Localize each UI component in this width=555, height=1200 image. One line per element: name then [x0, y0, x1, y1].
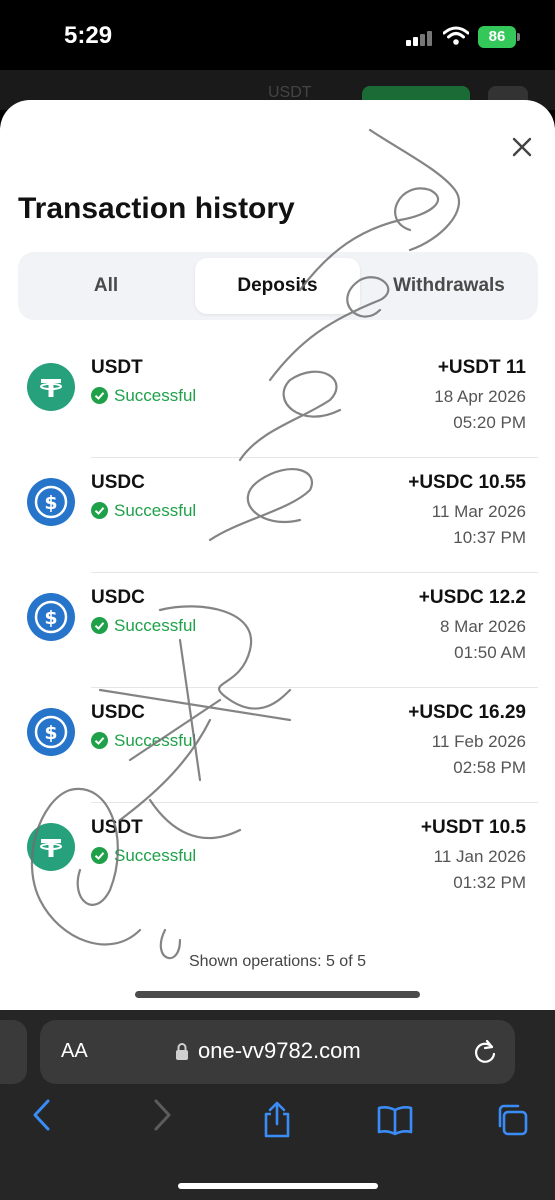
transaction-row[interactable]: $ USDC Successful +USDC 12.2 8 Mar 2026 …: [0, 573, 555, 688]
tab-all[interactable]: All: [18, 252, 194, 320]
status-label: Successful: [91, 846, 196, 866]
status-text: Successful: [114, 616, 197, 635]
battery-tip: [517, 33, 520, 41]
svg-text:$: $: [44, 722, 57, 744]
status-text: Successful: [114, 731, 197, 750]
usd-coin-icon: $: [27, 593, 75, 641]
page-title: Transaction history: [18, 192, 295, 225]
status-text: Successful: [114, 501, 197, 520]
amount: +USDC 10.55: [408, 472, 526, 493]
operations-count: Shown operations: 5 of 5: [188, 953, 366, 970]
date: 8 Mar 2026: [440, 617, 526, 636]
status-label: Successful: [91, 616, 196, 636]
battery-level: 86: [488, 28, 506, 45]
previous-tab-preview[interactable]: [0, 1020, 27, 1084]
check-icon: [91, 387, 108, 404]
status-label: Successful: [91, 731, 196, 751]
home-indicator: [178, 1183, 378, 1189]
forward-icon[interactable]: [150, 1098, 174, 1132]
usd-coin-icon: $: [27, 708, 75, 756]
amount: +USDC 16.29: [408, 702, 526, 723]
amount: +USDT 10.5: [420, 817, 526, 838]
tabs-icon[interactable]: [494, 1102, 530, 1138]
filter-tabs: All Deposits Withdrawals: [18, 252, 538, 320]
svg-text:$: $: [44, 607, 57, 629]
tab-withdrawals[interactable]: Withdrawals: [360, 252, 538, 320]
clock: 5:29: [64, 22, 113, 49]
status-bar: 5:29 86: [0, 0, 555, 70]
check-icon: [91, 847, 108, 864]
time: 01:32 PM: [453, 873, 526, 892]
coin-symbol: USDT: [91, 357, 143, 378]
check-icon: [91, 617, 108, 634]
transaction-row[interactable]: $ USDC Successful +USDC 10.55 11 Mar 202…: [0, 458, 555, 573]
status-text: Successful: [114, 386, 197, 405]
svg-text:$: $: [44, 492, 57, 514]
address-bar[interactable]: AA one-vv9782.com: [40, 1020, 515, 1084]
tab-deposits[interactable]: Deposits: [195, 258, 360, 314]
check-icon: [91, 732, 108, 749]
sheet-scroll-indicator: [135, 991, 420, 998]
time: 05:20 PM: [453, 413, 526, 432]
reload-icon[interactable]: [472, 1038, 498, 1066]
time: 02:58 PM: [453, 758, 526, 777]
tether-icon: [27, 363, 75, 411]
amount: +USDC 12.2: [418, 587, 526, 608]
coin-symbol: USDT: [91, 817, 143, 838]
battery-indicator: 86: [478, 26, 516, 48]
time: 01:50 AM: [454, 643, 526, 662]
status-label: Successful: [91, 501, 196, 521]
cellular-signal-icon: [406, 30, 436, 46]
date: 11 Mar 2026: [431, 502, 526, 521]
date: 11 Jan 2026: [433, 847, 526, 866]
date: 11 Feb 2026: [431, 732, 526, 751]
url-text[interactable]: one-vv9782.com: [198, 1038, 361, 1064]
share-icon[interactable]: [261, 1100, 293, 1140]
bookmarks-icon[interactable]: [376, 1104, 414, 1136]
status-label: Successful: [91, 386, 196, 406]
check-icon: [91, 502, 108, 519]
transaction-row[interactable]: $ USDC Successful +USDC 16.29 11 Feb 202…: [0, 688, 555, 803]
coin-symbol: USDC: [91, 587, 145, 608]
usd-coin-icon: $: [27, 478, 75, 526]
coin-symbol: USDC: [91, 702, 145, 723]
coin-symbol: USDC: [91, 472, 145, 493]
date: 18 Apr 2026: [434, 387, 526, 406]
amount: +USDT 11: [437, 357, 526, 378]
wifi-icon: [443, 26, 469, 45]
status-text: Successful: [114, 846, 197, 865]
time: 10:37 PM: [453, 528, 526, 547]
reader-options-button[interactable]: AA: [61, 1040, 88, 1063]
tether-icon: [27, 823, 75, 871]
transaction-row[interactable]: USDT Successful +USDT 10.5 11 Jan 2026 0…: [0, 803, 555, 918]
lock-icon: [176, 1043, 188, 1060]
back-icon[interactable]: [30, 1098, 54, 1132]
transaction-row[interactable]: USDT Successful +USDT 11 18 Apr 2026 05:…: [0, 343, 555, 458]
close-icon[interactable]: [506, 131, 538, 163]
